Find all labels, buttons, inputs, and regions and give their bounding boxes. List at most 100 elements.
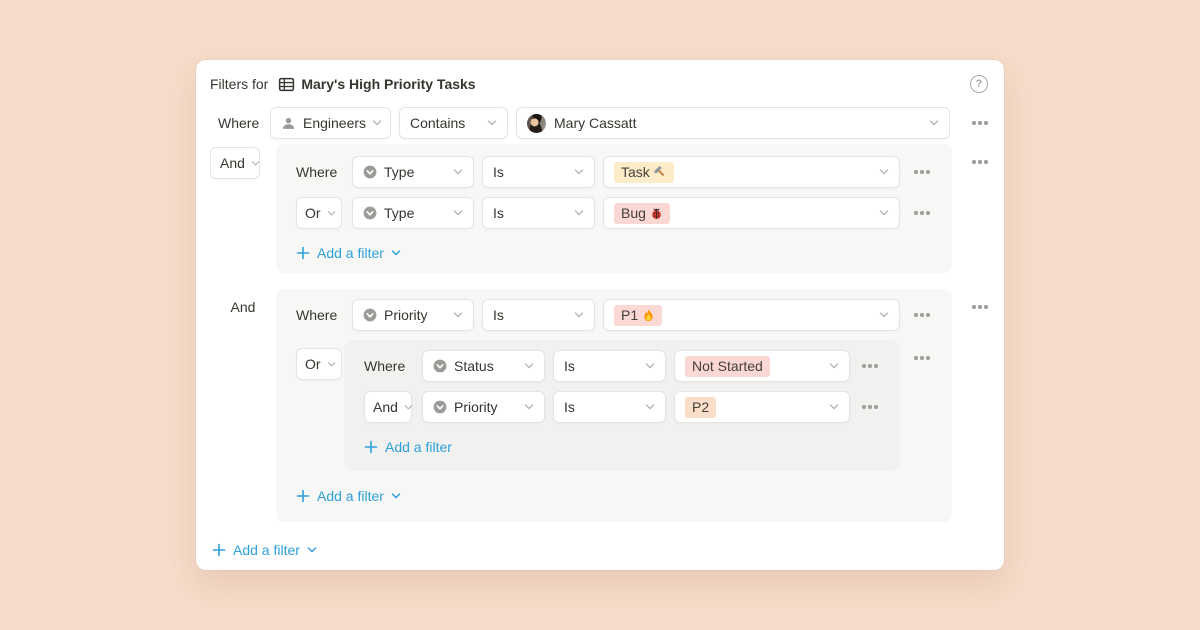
operator-select[interactable]: Is <box>553 391 666 423</box>
rule-options-menu[interactable] <box>912 208 932 218</box>
add-filter-button[interactable]: Add a filter <box>296 488 401 504</box>
rule-options-menu[interactable] <box>912 310 932 320</box>
rule-options-menu[interactable] <box>912 167 932 177</box>
property-select[interactable]: Priority <box>352 299 474 331</box>
operator-select[interactable]: Is <box>553 350 666 382</box>
operator-select[interactable]: Is <box>482 197 595 229</box>
group-connector-column: And <box>210 144 276 179</box>
filter-rule-row: Where Priority Is P1 <box>296 299 932 331</box>
add-filter-label: Add a filter <box>233 542 300 558</box>
rule-options-menu[interactable] <box>860 361 880 371</box>
chevron-down-icon <box>447 310 463 320</box>
connector-label: Where <box>210 115 270 131</box>
add-filter-button[interactable]: Add a filter <box>364 439 452 455</box>
connector-select-wrap: And <box>364 391 414 423</box>
operator-select[interactable]: Is <box>482 299 595 331</box>
filter-rule-row: Where Type Is Task <box>296 156 932 188</box>
add-filter-button[interactable]: Add a filter <box>296 245 401 261</box>
property-name: Engineers <box>303 115 366 131</box>
chevron-down-icon <box>518 402 534 412</box>
tag-text: P2 <box>692 399 709 415</box>
group-options-menu[interactable] <box>970 302 990 312</box>
database-table-icon <box>278 76 295 93</box>
hammer-emoji-icon <box>654 166 667 179</box>
select-property-icon <box>363 206 377 220</box>
rule-options-menu[interactable] <box>970 118 990 128</box>
property-name: Priority <box>384 307 428 323</box>
help-icon[interactable]: ? <box>970 75 988 93</box>
chevron-down-icon <box>873 208 889 218</box>
connector-select-wrap: Or <box>296 340 344 380</box>
value-select[interactable]: Mary Cassatt <box>516 107 950 139</box>
add-filter-button[interactable]: Add a filter <box>212 542 317 558</box>
subgroup-options-menu[interactable] <box>912 353 932 363</box>
value-select[interactable]: Not Started <box>674 350 850 382</box>
chevron-down-icon <box>639 402 655 412</box>
chevron-down-icon <box>366 118 382 128</box>
chevron-down-icon <box>391 491 401 501</box>
value-text: Mary Cassatt <box>554 115 636 131</box>
connector-select[interactable]: And <box>364 391 412 423</box>
operator-select[interactable]: Is <box>482 156 595 188</box>
filters-panel: Filters for Mary's High Priority Tasks ?… <box>196 60 1004 570</box>
select-property-icon <box>363 165 377 179</box>
tag-text: Not Started <box>692 358 763 374</box>
connector-select[interactable]: Or <box>296 348 342 380</box>
tag-task: Task <box>614 162 674 183</box>
operator-name: Is <box>564 399 575 415</box>
property-select[interactable]: Engineers <box>270 107 391 139</box>
property-select[interactable]: Status <box>422 350 545 382</box>
select-property-icon <box>363 308 377 322</box>
connector-text: And <box>220 155 245 171</box>
chevron-down-icon <box>447 167 463 177</box>
connector-select[interactable]: And <box>210 147 260 179</box>
connector-label: Where <box>364 358 414 374</box>
add-filter-label: Add a filter <box>317 488 384 504</box>
nested-group-row: Or Where Status <box>296 340 932 471</box>
filter-group-1: And Where Type Is <box>210 144 990 273</box>
chevron-down-icon <box>245 159 260 168</box>
value-select[interactable]: P2 <box>674 391 850 423</box>
top-filter-rule: Where Engineers Contains Mary Cassatt <box>210 107 990 139</box>
property-select[interactable]: Type <box>352 197 474 229</box>
connector-label: And <box>210 299 276 315</box>
connector-select[interactable]: Or <box>296 197 342 229</box>
panel-header: Filters for Mary's High Priority Tasks ? <box>210 60 990 103</box>
chevron-down-icon <box>823 402 839 412</box>
chevron-down-icon <box>568 310 584 320</box>
value-select[interactable]: Task <box>603 156 900 188</box>
filter-rule-row: And Priority Is <box>364 391 880 423</box>
chevron-down-icon <box>307 545 317 555</box>
connector-text: And <box>373 399 398 415</box>
chevron-down-icon <box>398 403 413 412</box>
operator-name: Is <box>493 307 504 323</box>
value-select[interactable]: P1 <box>603 299 900 331</box>
connector-label: Where <box>296 164 344 180</box>
chevron-down-icon <box>321 360 336 369</box>
property-select[interactable]: Priority <box>422 391 545 423</box>
connector-text: Or <box>305 356 321 372</box>
add-filter-label: Add a filter <box>385 439 452 455</box>
rule-options-menu[interactable] <box>860 402 880 412</box>
connector-label: Where <box>296 307 344 323</box>
filter-group-panel: Where Type Is Task <box>276 144 952 273</box>
tag-not-started: Not Started <box>685 356 770 377</box>
chevron-down-icon <box>518 361 534 371</box>
group-options-menu[interactable] <box>970 157 990 167</box>
plus-icon <box>212 543 226 557</box>
operator-select[interactable]: Contains <box>399 107 508 139</box>
operator-name: Is <box>493 205 504 221</box>
tag-p2: P2 <box>685 397 716 418</box>
avatar <box>527 114 546 133</box>
property-name: Type <box>384 164 414 180</box>
tag-text: Task <box>621 164 650 180</box>
filter-rule-row: Or Type Is Bug <box>296 197 932 229</box>
ladybug-emoji-icon <box>650 207 663 220</box>
chevron-down-icon <box>639 361 655 371</box>
connector-text: Or <box>305 205 321 221</box>
filter-group-panel: Where Priority Is P1 <box>276 289 952 522</box>
tag-text: Bug <box>621 205 646 221</box>
value-select[interactable]: Bug <box>603 197 900 229</box>
tag-bug: Bug <box>614 203 670 224</box>
property-select[interactable]: Type <box>352 156 474 188</box>
